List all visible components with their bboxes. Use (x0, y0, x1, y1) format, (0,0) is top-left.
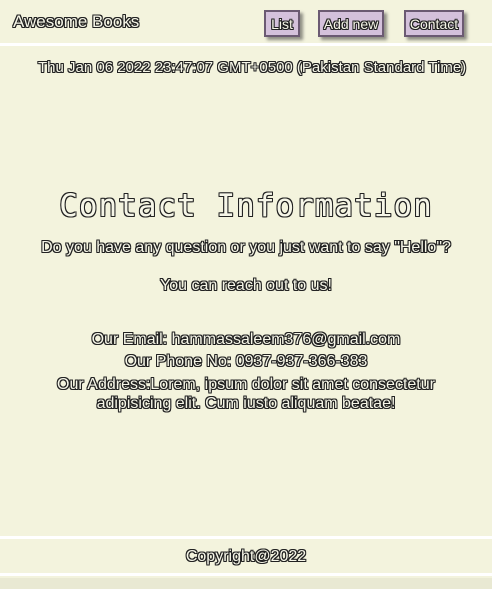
contact-title: Contact Information (59, 188, 433, 224)
brand-title: Awesome Books (13, 12, 140, 31)
copyright-text: Copyright@2022 (185, 548, 307, 565)
nav-contact-button[interactable]: Contact (404, 10, 464, 37)
nav-list-button[interactable]: List (264, 10, 300, 37)
contact-address-line1: Our Address:Lorem, ipsum dolor sit amet … (57, 376, 435, 393)
bottom-strip (0, 578, 492, 589)
contact-reach: You can reach out to us! (160, 277, 332, 294)
contact-address-line2: adipisicing elit. Cum iusto aliquam beat… (96, 395, 396, 412)
current-date: Thu Jan 06 2022 23:47:07 GMT+0500 (Pakis… (38, 59, 467, 76)
page-footer: Copyright@2022 (0, 536, 492, 576)
contact-email: Our Email: hammassaleem376@gmail.com (91, 331, 401, 348)
nav-add-new-button[interactable]: Add new (318, 10, 384, 37)
top-navbar: Awesome Books List Add new Contact (0, 0, 492, 46)
contact-question: Do you have any question or you just wan… (41, 239, 451, 256)
contact-phone: Our Phone No: 0937-937-366-383 (124, 353, 368, 370)
